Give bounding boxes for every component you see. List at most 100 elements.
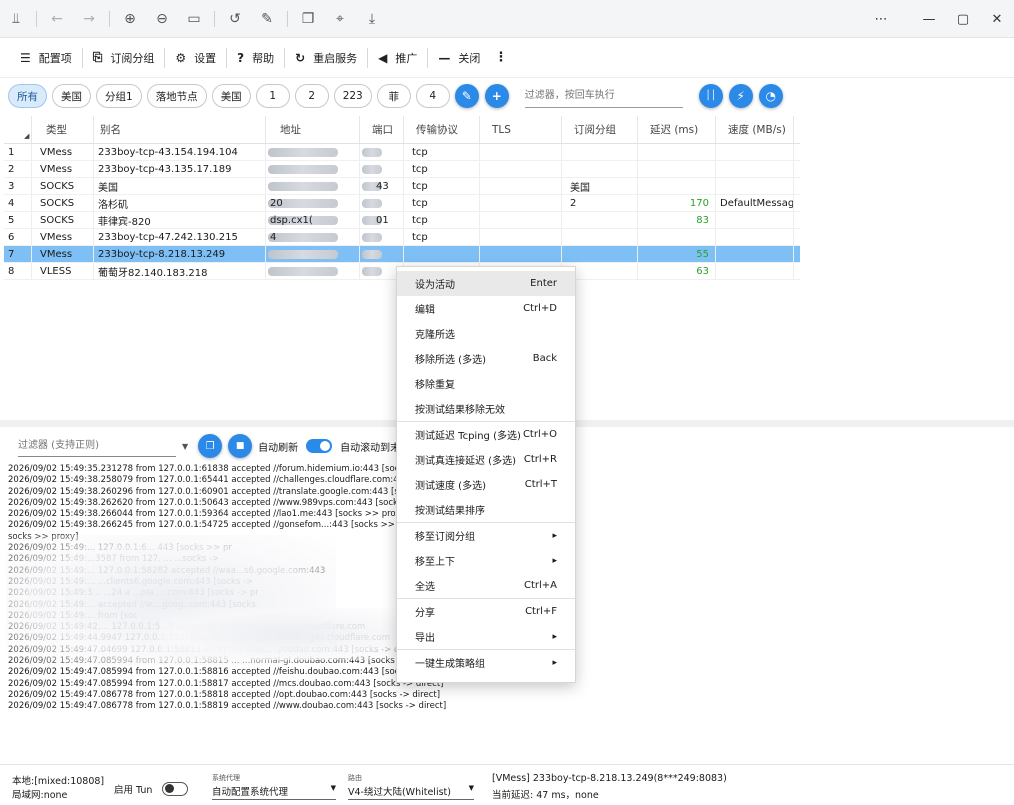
column-header[interactable]: TLS [480, 116, 562, 143]
speedometer-icon[interactable]: ◔ [758, 84, 783, 108]
table-row[interactable]: 3 SOCKS 美国 43 tcp 美国 [4, 178, 800, 195]
column-header[interactable]: 订阅分组 [562, 116, 638, 143]
column-header[interactable]: 速度 (MB/s) [716, 116, 794, 143]
chip-group[interactable]: 1 [255, 84, 290, 108]
cell-speed [716, 229, 794, 245]
chip-group[interactable]: 分组1 [96, 84, 142, 108]
menu-item[interactable]: 移至订阅分组 ▸ [397, 523, 575, 548]
scan-icon[interactable]: ⌖ [324, 0, 356, 38]
chip-group[interactable]: 4 [415, 84, 450, 108]
restart-service-button[interactable]: ↻ 重启服务 [285, 44, 367, 72]
more-icon[interactable]: ⋯ [864, 0, 898, 38]
maximize-button[interactable]: ▢ [946, 0, 980, 38]
menu-item[interactable]: 测试速度 (多选) Ctrl+T [397, 472, 575, 497]
menu-item[interactable]: 克隆所选 [397, 321, 575, 346]
profiles-button[interactable]: ☰ 配置项 [10, 44, 82, 72]
copy-log-icon[interactable]: ❐ [198, 434, 223, 458]
menu-item[interactable]: 按测试结果排序 [397, 497, 575, 522]
fit-icon[interactable]: ▭ [178, 0, 210, 38]
more-menu-icon[interactable]: ⋮ [490, 44, 511, 72]
subscription-icon: ⎘ [92, 50, 103, 64]
add-group-icon[interactable]: + [484, 84, 509, 108]
zoom-in-icon[interactable]: ⊕ [114, 0, 146, 38]
menu-item-label: 编辑 [415, 305, 435, 316]
table-row[interactable]: 2 VMess 233boy-tcp-43.135.17.189 tcp [4, 161, 800, 178]
close-button[interactable]: ✕ [980, 0, 1014, 38]
restart-icon: ↻ [295, 50, 306, 65]
column-header[interactable]: 别名 [94, 116, 266, 143]
active-server-status: [VMess] 233boy-tcp-8.218.13.249(8***249:… [492, 773, 727, 784]
menu-item[interactable]: 导出 ▸ [397, 624, 575, 649]
rotate-icon[interactable]: ↺ [219, 0, 251, 38]
chevron-down-icon[interactable]: ▼ [182, 442, 188, 451]
chip-group[interactable]: 223 [333, 84, 372, 108]
cell-delay [638, 229, 716, 245]
menu-item[interactable]: 按测试结果移除无效 [397, 396, 575, 421]
cell-type: VMess [32, 229, 94, 245]
table-row[interactable]: 6 VMess 233boy-tcp-47.242.130.215 4 tcp [4, 229, 800, 246]
menu-item[interactable]: 编辑 Ctrl+D [397, 296, 575, 321]
menu-item[interactable]: 测试真连接延迟 (多选) Ctrl+R [397, 447, 575, 472]
zoom-out-icon[interactable]: ⊖ [146, 0, 178, 38]
menu-item[interactable]: 设为活动 Enter [397, 271, 575, 296]
cell-type: VMess [32, 246, 94, 262]
menu-item[interactable]: 全选 Ctrl+A [397, 573, 575, 598]
menu-item[interactable]: 测试延迟 Tcping (多选) Ctrl+O [397, 422, 575, 447]
column-header[interactable]: 延迟 (ms) [638, 116, 716, 143]
chip-group[interactable]: 美国 [211, 84, 251, 108]
delete-log-icon[interactable]: ■ [228, 434, 253, 458]
column-header[interactable]: 端口 [360, 116, 404, 143]
cell-idx: 1 [4, 144, 32, 160]
copy-icon[interactable]: ❐ [292, 0, 324, 38]
promotion-button[interactable]: ◀ 推广 [368, 44, 427, 72]
back-icon[interactable]: ← [41, 0, 73, 38]
cell-tls [480, 212, 562, 228]
pin-icon[interactable]: ⫫ [0, 0, 32, 38]
divider [109, 10, 110, 27]
menu-item-shortcut: Ctrl+O [522, 429, 557, 440]
routing-select[interactable]: V4-绕过大陆(Whitelist) ▼ [348, 784, 474, 800]
settings-button[interactable]: ⚙ 设置 [165, 44, 226, 72]
edit-group-icon[interactable]: ✎ [454, 84, 479, 108]
minimize-button[interactable]: — [912, 0, 946, 38]
tun-label: 启用 Tun [114, 785, 153, 796]
help-button[interactable]: ? 帮助 [227, 44, 284, 72]
menu-item[interactable]: 移除重复 [397, 371, 575, 396]
menu-item[interactable]: 分享 Ctrl+F [397, 599, 575, 624]
chevron-right-icon: ▸ [552, 631, 557, 642]
status-bar: 本地:[mixed:10808] 局域网:none 启用 Tun 系统代理 自动… [0, 764, 1014, 805]
close-app-button[interactable]: — 关闭 [428, 44, 490, 72]
column-header[interactable]: 地址 [266, 116, 360, 143]
tun-toggle[interactable] [162, 782, 188, 796]
menu-item[interactable]: 移至上下 ▸ [397, 548, 575, 573]
save-icon[interactable]: ⤓ [356, 0, 388, 38]
log-filter-input[interactable] [18, 435, 176, 457]
chip-all[interactable]: 所有 [8, 84, 47, 108]
table-row[interactable]: 5 SOCKS 菲律宾-820 dsp.cx1(01 tcp 83 [4, 212, 800, 229]
cell-text: dsp.cx1( [270, 214, 313, 226]
system-proxy-select[interactable]: 自动配置系统代理 ▼ [212, 784, 336, 800]
chip-group[interactable]: 2 [294, 84, 329, 108]
subscription-group-button[interactable]: ⎘ 订阅分组 [83, 44, 165, 72]
auto-refresh-toggle[interactable] [306, 439, 333, 453]
cell-port: 01 [360, 212, 404, 228]
menu-item[interactable]: 一键生成策略组 ▸ [397, 650, 575, 675]
table-row[interactable]: 4 SOCKS 洛杉矶 20 tcp 2 170 DefaultMessage [4, 195, 800, 212]
table-row[interactable]: 7 VMess 233boy-tcp-8.218.13.249 55 [4, 246, 800, 263]
edit-icon[interactable]: ✎ [251, 0, 283, 38]
column-header[interactable]: 传输协议 [404, 116, 480, 143]
column-header[interactable]: 类型 [32, 116, 94, 143]
server-filter-input[interactable] [524, 84, 683, 108]
test-latency-icon[interactable]: ││ [698, 84, 723, 108]
chip-group[interactable]: 落地节点 [146, 84, 207, 108]
chip-group[interactable]: 美国 [52, 84, 91, 108]
cell-alias: 菲律宾-820 [94, 212, 266, 228]
menu-item[interactable]: 移除所选 (多选) Back [397, 346, 575, 371]
redacted-value [362, 198, 382, 208]
menu-item-label: 克隆所选 [415, 330, 455, 341]
forward-icon[interactable]: → [73, 0, 105, 38]
table-row[interactable]: 1 VMess 233boy-tcp-43.154.194.104 tcp [4, 144, 800, 161]
lightning-icon[interactable]: ⚡ [728, 84, 753, 108]
cell-sub [562, 144, 638, 160]
chip-group[interactable]: 菲 [376, 84, 411, 108]
